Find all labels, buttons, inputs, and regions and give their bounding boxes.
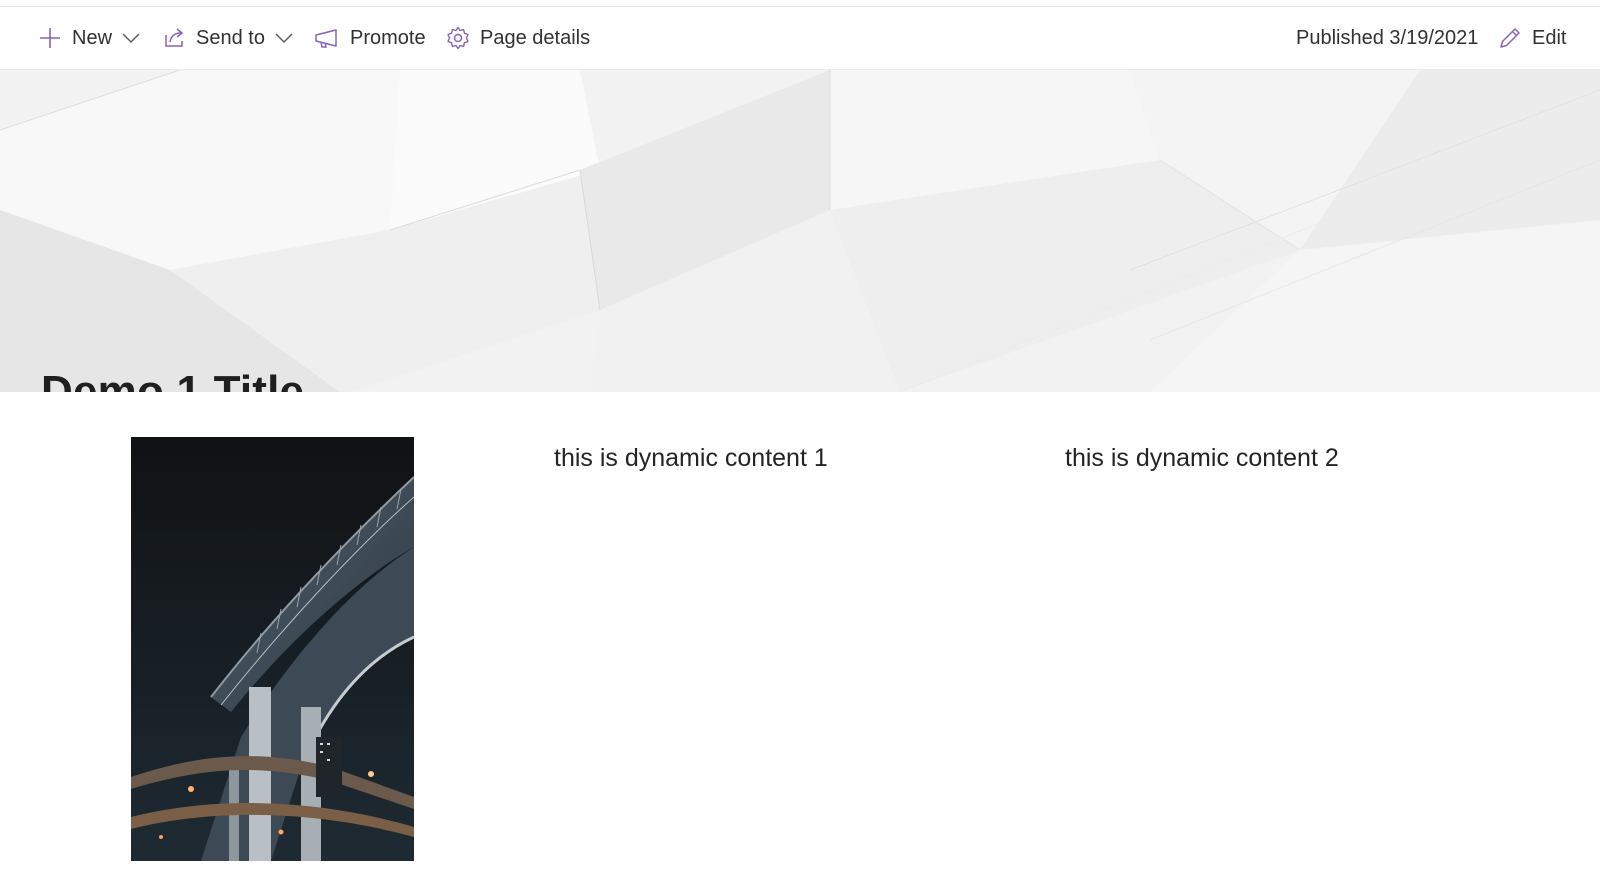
- banner-background-image: [0, 70, 1600, 392]
- plus-icon: [38, 26, 62, 50]
- page-header-banner: Demo 1 Title: [0, 70, 1600, 392]
- pencil-icon: [1498, 26, 1522, 50]
- chevron-down-icon[interactable]: [275, 32, 293, 44]
- published-status: Published 3/19/2021: [1296, 7, 1478, 69]
- edit-label: Edit: [1532, 26, 1567, 49]
- promote-button[interactable]: Promote: [314, 7, 426, 69]
- share-icon: [162, 26, 186, 50]
- page-details-label: Page details: [480, 26, 591, 49]
- send-to-label: Send to: [196, 26, 265, 49]
- command-bar: New Send to Promote Page details Publish…: [0, 7, 1600, 70]
- chevron-down-icon[interactable]: [122, 32, 140, 44]
- new-label: New: [72, 26, 113, 49]
- dynamic-content-2: this is dynamic content 2: [1065, 444, 1339, 472]
- bridge-image: [131, 437, 414, 861]
- gear-icon: [446, 26, 470, 50]
- send-to-button[interactable]: Send to: [162, 7, 293, 69]
- dynamic-content-1: this is dynamic content 1: [554, 444, 828, 472]
- page-details-button[interactable]: Page details: [446, 7, 590, 69]
- published-text: Published 3/19/2021: [1296, 26, 1479, 49]
- edit-button[interactable]: Edit: [1498, 7, 1566, 69]
- top-border: [0, 0, 1600, 7]
- new-button[interactable]: New: [38, 7, 140, 69]
- promote-label: Promote: [350, 26, 426, 49]
- page-title: Demo 1 Title: [41, 367, 305, 392]
- megaphone-icon: [314, 26, 340, 50]
